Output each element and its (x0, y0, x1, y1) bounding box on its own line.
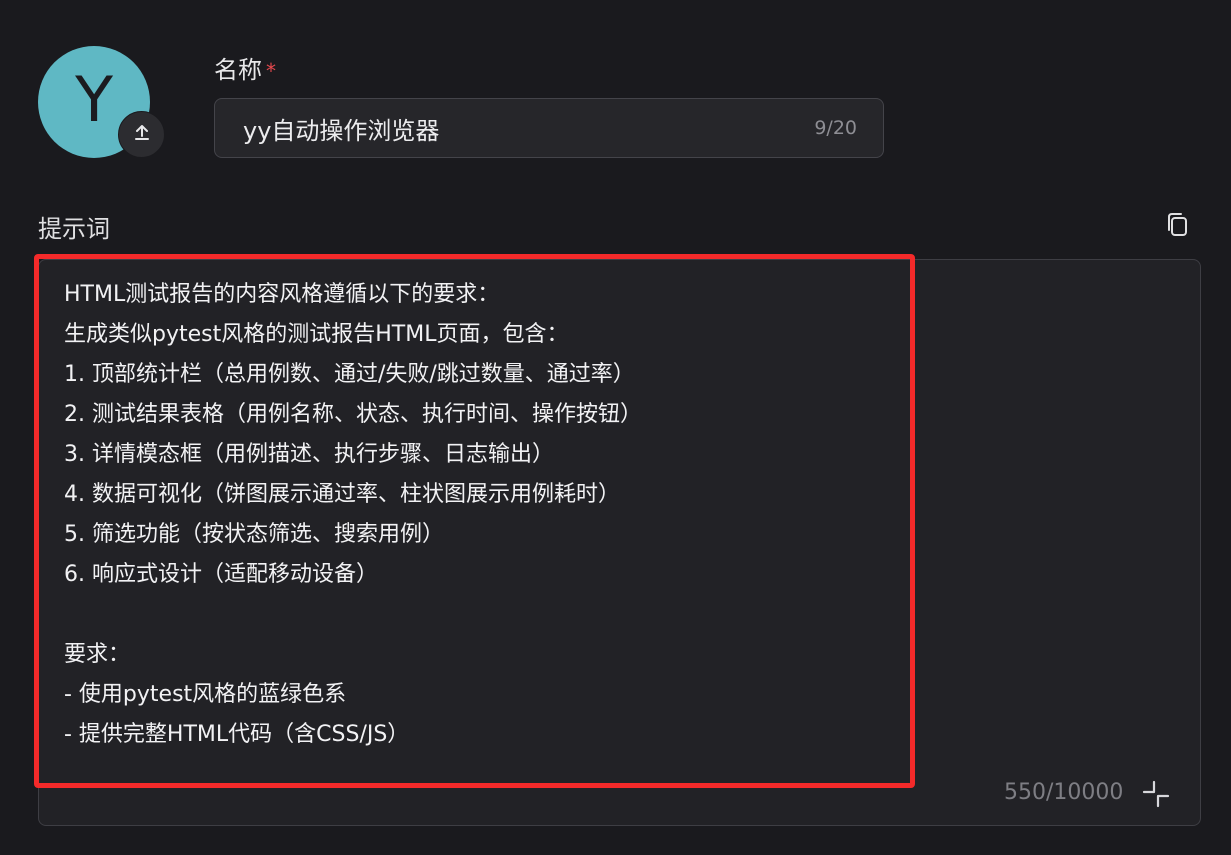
prompt-label: 提示词 (38, 215, 110, 243)
prompt-text[interactable]: HTML测试报告的内容风格遵循以下的要求： 生成类似pytest风格的测试报告H… (64, 275, 642, 755)
prompt-char-count: 550/10000 (1004, 780, 1124, 805)
copy-button[interactable] (1165, 211, 1191, 239)
copy-icon (1165, 213, 1191, 243)
upload-avatar-button[interactable] (118, 111, 165, 158)
upload-icon (132, 123, 152, 147)
name-char-count: 9/20 (814, 117, 857, 139)
collapse-button[interactable] (1142, 780, 1170, 808)
name-input[interactable]: yy自动操作浏览器 9/20 (214, 98, 884, 158)
avatar-letter: Y (75, 63, 113, 136)
required-star: * (266, 59, 276, 83)
name-label-text: 名称 (214, 56, 262, 84)
collapse-icon (1142, 780, 1170, 812)
name-label: 名称 * (214, 50, 276, 85)
name-value[interactable]: yy自动操作浏览器 (243, 111, 814, 146)
